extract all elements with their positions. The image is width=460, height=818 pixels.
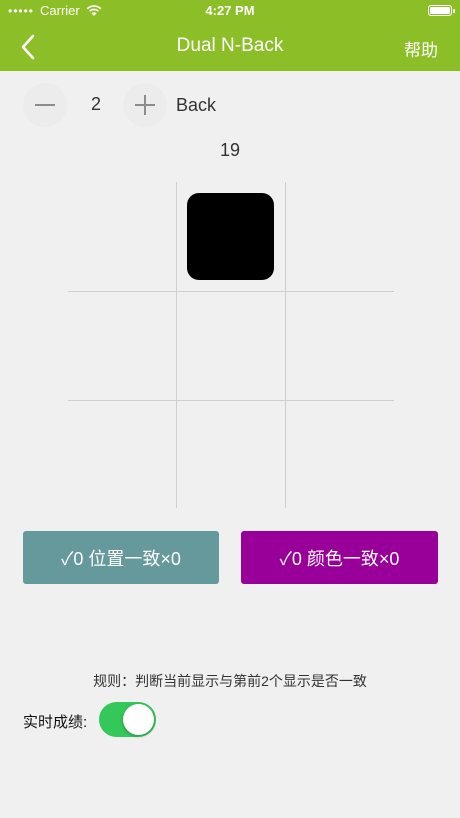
back-label: Back bbox=[176, 95, 217, 115]
navigation-bar: Dual N-Back 帮助 bbox=[0, 22, 460, 71]
realtime-score-toggle[interactable] bbox=[99, 702, 156, 737]
grid-line bbox=[285, 182, 286, 508]
help-button[interactable]: 帮助 bbox=[404, 36, 438, 61]
minus-icon bbox=[35, 104, 55, 106]
grid-line bbox=[68, 400, 394, 401]
decrement-button[interactable] bbox=[23, 83, 67, 127]
n-level-value: 2 bbox=[90, 94, 101, 114]
round-counter: 19 bbox=[219, 140, 241, 160]
color-match-button[interactable]: ✓0 颜色一致×0 bbox=[241, 531, 438, 584]
status-time: 4:27 PM bbox=[205, 3, 255, 18]
plus-icon bbox=[135, 95, 155, 115]
realtime-score-label: 实时成绩: bbox=[23, 714, 88, 731]
active-cell-square bbox=[187, 193, 274, 280]
toggle-knob bbox=[123, 704, 154, 735]
grid-line bbox=[176, 182, 177, 508]
grid-line bbox=[68, 291, 394, 292]
rule-text: 规则：判断当前显示与第前2个显示是否一致 bbox=[93, 673, 367, 689]
position-match-button[interactable]: ✓0 位置一致×0 bbox=[23, 531, 219, 584]
battery-icon bbox=[428, 5, 455, 16]
page-title: Dual N-Back bbox=[176, 35, 284, 56]
increment-button[interactable] bbox=[123, 83, 167, 127]
status-bar: ••••• Carrier 4:27 PM bbox=[0, 0, 460, 22]
